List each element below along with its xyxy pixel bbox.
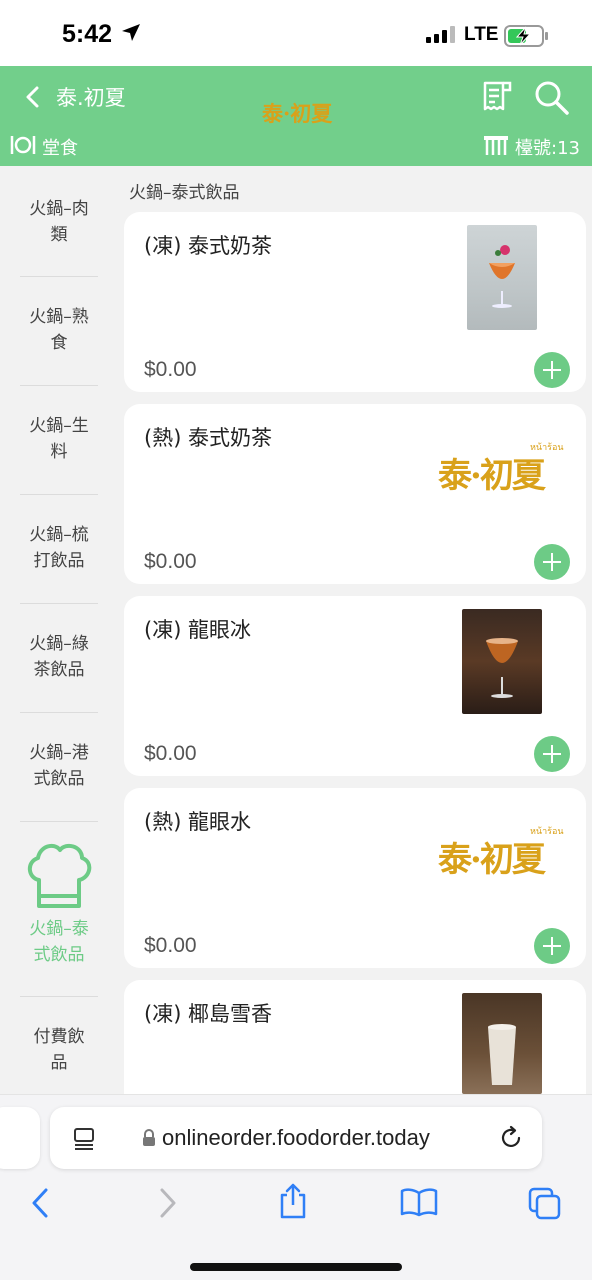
browser-forward-icon[interactable]	[156, 1187, 180, 1223]
chef-hat-icon	[24, 840, 94, 914]
item-price: $0.00	[144, 358, 197, 381]
category-label: 火鍋–梳	[29, 525, 89, 545]
menu-item-card[interactable]: (熱) 泰式奶茶 泰·初夏 หน้าร้อน $0.00	[124, 404, 586, 584]
dine-mode: 堂食	[10, 134, 78, 160]
brand-logo-image: 泰·初夏 หน้าร้อน	[438, 827, 568, 880]
table-icon	[483, 134, 509, 160]
logo-thai-text: หน้าร้อน	[530, 443, 564, 453]
item-photo	[462, 993, 542, 1094]
category-label: 付費飲	[33, 1027, 85, 1047]
divider	[20, 276, 98, 277]
item-price: $0.00	[144, 742, 197, 765]
shop-name: 泰.初夏	[56, 86, 126, 110]
sidebar-item-paid-drinks[interactable]: 付費飲 品	[20, 1024, 98, 1076]
add-to-cart-button[interactable]	[534, 736, 570, 772]
item-name: (凍) 龍眼冰	[144, 618, 252, 642]
item-photo	[462, 609, 542, 714]
add-to-cart-button[interactable]	[534, 544, 570, 580]
signal-icon	[426, 26, 458, 48]
item-photo	[467, 225, 537, 330]
add-to-cart-button[interactable]	[534, 352, 570, 388]
sidebar-item-cooked[interactable]: 火鍋–熟 食	[20, 304, 98, 356]
battery-charging-icon	[504, 24, 550, 52]
category-label: 火鍋–綠	[29, 634, 89, 654]
category-label: 類	[50, 225, 68, 245]
sidebar-item-hk-drinks[interactable]: 火鍋–港 式飲品	[20, 740, 98, 792]
share-icon[interactable]	[278, 1183, 308, 1223]
table-number: 檯號:13	[483, 134, 580, 160]
tabs-icon[interactable]	[528, 1187, 562, 1225]
brand-logo: 泰·初夏	[262, 98, 332, 128]
divider	[20, 494, 98, 495]
logo-text: 泰·初夏	[262, 101, 333, 126]
brand-logo-image: 泰·初夏 หน้าร้อน	[438, 443, 568, 496]
item-name: (凍) 泰式奶茶	[144, 234, 273, 258]
divider	[20, 821, 98, 822]
category-label: 火鍋–港	[29, 743, 89, 763]
divider	[20, 996, 98, 997]
back-chevron-icon[interactable]	[22, 84, 44, 114]
url-text: onlineorder.foodorder.today	[162, 1125, 430, 1150]
table-number-label: 檯號:13	[515, 138, 580, 159]
category-label: 火鍋–泰	[29, 919, 89, 939]
divider	[20, 603, 98, 604]
home-indicator	[190, 1263, 402, 1271]
category-label: 火鍋–熟	[29, 307, 89, 327]
sidebar-item-thai-drinks[interactable]: 火鍋–泰 式飲品	[20, 916, 98, 968]
address-bar[interactable]: onlineorder.foodorder.today	[50, 1107, 542, 1169]
category-label: 式飲品	[33, 769, 85, 789]
bookmarks-icon[interactable]	[400, 1187, 438, 1221]
location-arrow-icon	[120, 22, 142, 48]
category-label: 火鍋–生	[29, 416, 89, 436]
item-name: (熱) 龍眼水	[144, 810, 252, 834]
previous-tab[interactable]	[0, 1107, 40, 1169]
add-to-cart-button[interactable]	[534, 928, 570, 964]
item-price: $0.00	[144, 934, 197, 957]
logo-text: 泰·初夏	[438, 456, 546, 496]
browser-toolbar: onlineorder.foodorder.today	[0, 1094, 592, 1280]
network-label: LTE	[464, 24, 499, 45]
lock-icon	[142, 1129, 156, 1151]
category-label: 料	[50, 442, 68, 462]
receipt-icon[interactable]	[480, 80, 514, 118]
sidebar-item-soda-drinks[interactable]: 火鍋–梳 打飲品	[20, 522, 98, 574]
category-label: 打飲品	[33, 551, 85, 571]
app-header: 泰.初夏 泰·初夏 堂食 檯號:13	[0, 66, 592, 166]
reload-icon[interactable]	[498, 1125, 524, 1155]
menu-item-card[interactable]: (凍) 椰島雪香	[124, 980, 586, 1100]
dine-mode-label: 堂食	[42, 138, 78, 159]
category-label: 品	[50, 1053, 68, 1073]
reader-mode-icon[interactable]	[72, 1126, 96, 1154]
category-label: 食	[50, 333, 68, 353]
menu-item-card[interactable]: (凍) 泰式奶茶 $0.00	[124, 212, 586, 392]
item-name: (熱) 泰式奶茶	[144, 426, 273, 450]
sidebar-item-green-tea-drinks[interactable]: 火鍋–綠 茶飲品	[20, 631, 98, 683]
item-name: (凍) 椰島雪香	[144, 1002, 273, 1026]
category-label: 茶飲品	[33, 660, 85, 680]
browser-back-icon[interactable]	[28, 1187, 52, 1223]
sidebar-item-meat[interactable]: 火鍋–肉 類	[20, 196, 98, 248]
divider	[20, 385, 98, 386]
logo-text: 泰·初夏	[438, 840, 546, 880]
category-sidebar: 火鍋–肉 類 火鍋–熟 食 火鍋–生 料 火鍋–梳 打飲品 火鍋–綠 茶飲品 火…	[0, 166, 118, 1096]
section-title: 火鍋–泰式飲品	[129, 183, 240, 203]
divider	[20, 712, 98, 713]
item-price: $0.00	[144, 550, 197, 573]
menu-item-card[interactable]: (凍) 龍眼冰 $0.00	[124, 596, 586, 776]
logo-thai-text: หน้าร้อน	[530, 827, 564, 837]
category-label: 火鍋–肉	[29, 199, 89, 219]
sidebar-item-raw[interactable]: 火鍋–生 料	[20, 413, 98, 465]
status-bar: 5:42 LTE	[0, 0, 592, 66]
menu-item-card[interactable]: (熱) 龍眼水 泰·初夏 หน้าร้อน $0.00	[124, 788, 586, 968]
search-icon[interactable]	[534, 80, 570, 120]
status-time: 5:42	[62, 20, 113, 48]
category-label: 式飲品	[33, 945, 85, 965]
plate-cutlery-icon	[10, 134, 36, 160]
